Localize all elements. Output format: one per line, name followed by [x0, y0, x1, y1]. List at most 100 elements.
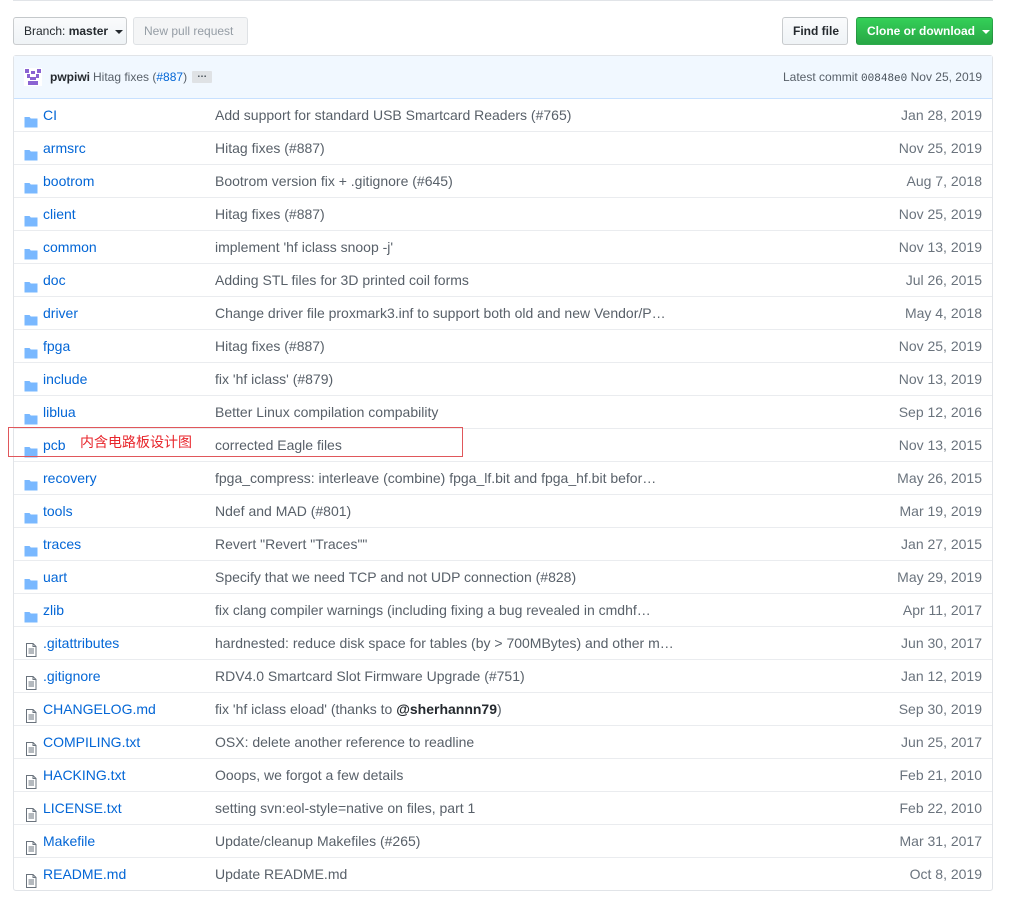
- commit-message-end: ): [183, 70, 188, 84]
- find-file-button[interactable]: Find file: [782, 17, 848, 45]
- branch-select-button[interactable]: Branch: master: [13, 17, 127, 45]
- user-mention-link[interactable]: @sherhannn79: [396, 701, 497, 717]
- latest-commit-bar: pwpiwi Hitag fixes (#887) … Latest commi…: [14, 56, 992, 99]
- commit-message-link[interactable]: implement 'hf iclass snoop -j': [215, 231, 685, 263]
- file-name-link[interactable]: driver: [43, 297, 78, 329]
- file-name-link[interactable]: bootrom: [43, 165, 94, 197]
- commit-message-link[interactable]: Change driver file proxmark3.inf to supp…: [215, 297, 685, 329]
- commit-message-link[interactable]: Update README.md: [215, 858, 685, 890]
- file-row: common implement 'hf iclass snoop -j' Nov …: [14, 230, 992, 263]
- commit-message-text: Better Linux compilation compability: [215, 404, 439, 420]
- file-name-link[interactable]: HACKING.txt: [43, 759, 125, 791]
- commit-age: May 4, 2018: [904, 305, 982, 321]
- commit-age: Nov 25, 2019: [898, 338, 982, 354]
- commit-age: Nov 13, 2015: [898, 437, 982, 453]
- commit-message-link[interactable]: Hitag fixes (#887): [215, 330, 685, 362]
- commit-message-link[interactable]: Ooops, we forgot a few details: [215, 759, 685, 791]
- file-name-link[interactable]: CHANGELOG.md: [43, 693, 156, 725]
- branch-name: master: [68, 24, 109, 38]
- commit-message-link[interactable]: Adding STL files for 3D printed coil for…: [215, 264, 685, 296]
- commit-message-text: Update/cleanup Makefiles (#265): [215, 833, 421, 849]
- commit-message-link[interactable]: fix 'hf iclass' (#879): [215, 363, 685, 395]
- commit-message-link[interactable]: Bootrom version fix + .gitignore (#645): [215, 165, 685, 197]
- commit-message-link[interactable]: Specify that we need TCP and not UDP con…: [215, 561, 685, 593]
- file-name-link[interactable]: uart: [43, 561, 67, 593]
- commit-message-text: Specify that we need TCP and not UDP con…: [215, 569, 577, 585]
- commit-message-text: setting svn:eol-style=native on files, p…: [215, 800, 476, 816]
- expand-commit-message-button[interactable]: …: [192, 70, 212, 83]
- file-row: driver Change driver file proxmark3.inf t…: [14, 296, 992, 329]
- file-name-link[interactable]: common: [43, 231, 97, 263]
- commit-message-link[interactable]: OSX: delete another reference to readlin…: [215, 726, 685, 758]
- commit-message-text: Hitag fixes (#887): [215, 338, 325, 354]
- commit-message-link[interactable]: RDV4.0 Smartcard Slot Firmware Upgrade (…: [215, 660, 685, 692]
- commit-age: Jun 30, 2017: [901, 635, 982, 651]
- file-name-link[interactable]: LICENSE.txt: [43, 792, 122, 824]
- commit-message-text: Revert "Revert "Traces"": [215, 536, 368, 552]
- clone-or-download-button[interactable]: Clone or download: [856, 17, 993, 45]
- commit-message-link[interactable]: fix 'hf iclass eload' (thanks to @sherha…: [215, 693, 685, 725]
- folder-icon: [24, 174, 38, 194]
- commit-message-link[interactable]: Ndef and MAD (#801): [215, 495, 685, 527]
- file-name-link[interactable]: armsrc: [43, 132, 86, 164]
- file-row: COMPILING.txt OSX: delete another referen…: [14, 725, 992, 758]
- file-name-link[interactable]: COMPILING.txt: [43, 726, 140, 758]
- commit-message-text: Add support for standard USB Smartcard R…: [215, 107, 572, 123]
- folder-icon: [24, 405, 38, 425]
- avatar[interactable]: [24, 68, 42, 86]
- commit-age: Sep 30, 2019: [898, 701, 982, 717]
- commit-message-text: implement 'hf iclass snoop -j': [215, 239, 394, 255]
- file-name-link[interactable]: tools: [43, 495, 73, 527]
- commit-message-text: fix 'hf iclass eload' (thanks to: [215, 701, 397, 717]
- file-row: liblua Better Linux compilation compabili…: [14, 395, 992, 428]
- commit-message-link[interactable]: setting svn:eol-style=native on files, p…: [215, 792, 685, 824]
- file-name-link[interactable]: CI: [43, 99, 57, 131]
- commit-message-link[interactable]: Revert "Revert "Traces"": [215, 528, 685, 560]
- commit-message-link[interactable]: Update/cleanup Makefiles (#265): [215, 825, 685, 857]
- file-name-link[interactable]: recovery: [43, 462, 97, 494]
- commit-sha-link[interactable]: 00848e0: [861, 73, 907, 85]
- commit-message-text: Hitag fixes (#887): [215, 140, 325, 156]
- commit-message-text: fpga_compress: interleave (combine) fpga…: [215, 470, 657, 486]
- new-pull-request-button[interactable]: New pull request: [133, 17, 248, 45]
- file-name-link[interactable]: doc: [43, 264, 66, 296]
- commit-author-link[interactable]: pwpiwi: [50, 70, 90, 84]
- file-name-link[interactable]: fpga: [43, 330, 70, 362]
- commit-message-link[interactable]: Add support for standard USB Smartcard R…: [215, 99, 685, 131]
- file-row: tools Ndef and MAD (#801) Mar 19, 2019: [14, 494, 992, 527]
- file-name-link[interactable]: .gitattributes: [43, 627, 119, 659]
- commit-age: Feb 21, 2010: [899, 767, 982, 783]
- file-name-link[interactable]: client: [43, 198, 76, 230]
- folder-icon: [24, 372, 38, 392]
- commit-message-link[interactable]: hardnested: reduce disk space for tables…: [215, 627, 685, 659]
- annotation-label: 内含电路板设计图: [80, 434, 192, 450]
- commit-message-link[interactable]: Better Linux compilation compability: [215, 396, 685, 428]
- commit-message-text: fix 'hf iclass' (#879): [215, 371, 334, 387]
- commit-message-text: Hitag fixes (: [93, 70, 157, 84]
- file-name-link[interactable]: .gitignore: [43, 660, 101, 692]
- file-name-link[interactable]: zlib: [43, 594, 64, 626]
- commit-age: Jul 26, 2015: [905, 272, 982, 288]
- file-row: doc Adding STL files for 3D printed coil …: [14, 263, 992, 296]
- file-name-link[interactable]: traces: [43, 528, 81, 560]
- file-row: README.md Update README.md Oct 8, 2019: [14, 857, 992, 890]
- commit-message-link[interactable]: fix clang compiler warnings (including f…: [215, 594, 685, 626]
- file-name-link[interactable]: include: [43, 363, 87, 395]
- commit-message-text: Bootrom version fix + .gitignore (#645): [215, 173, 453, 189]
- file-row: traces Revert "Revert "Traces"" Jan 27, 20…: [14, 527, 992, 560]
- commit-message-link[interactable]: Hitag fixes (#887): [215, 198, 685, 230]
- latest-commit-label: Latest commit: [783, 70, 858, 84]
- commit-pr-link[interactable]: #887: [156, 70, 183, 84]
- commit-message-link[interactable]: Hitag fixes (#887): [215, 132, 685, 164]
- file-icon: [24, 636, 38, 657]
- file-name-link[interactable]: Makefile: [43, 825, 95, 857]
- commit-message-link[interactable]: fpga_compress: interleave (combine) fpga…: [215, 462, 685, 494]
- commit-message-text: Ndef and MAD (#801): [215, 503, 352, 519]
- file-name-link[interactable]: liblua: [43, 396, 76, 428]
- commit-message[interactable]: Hitag fixes (#887): [93, 70, 187, 84]
- commit-age: Nov 25, 2019: [898, 206, 982, 222]
- file-name-link[interactable]: README.md: [43, 858, 126, 890]
- commit-message-text: hardnested: reduce disk space for tables…: [215, 635, 674, 651]
- clone-or-download-label: Clone or download: [867, 24, 975, 38]
- file-row: armsrc Hitag fixes (#887) Nov 25, 2019: [14, 131, 992, 164]
